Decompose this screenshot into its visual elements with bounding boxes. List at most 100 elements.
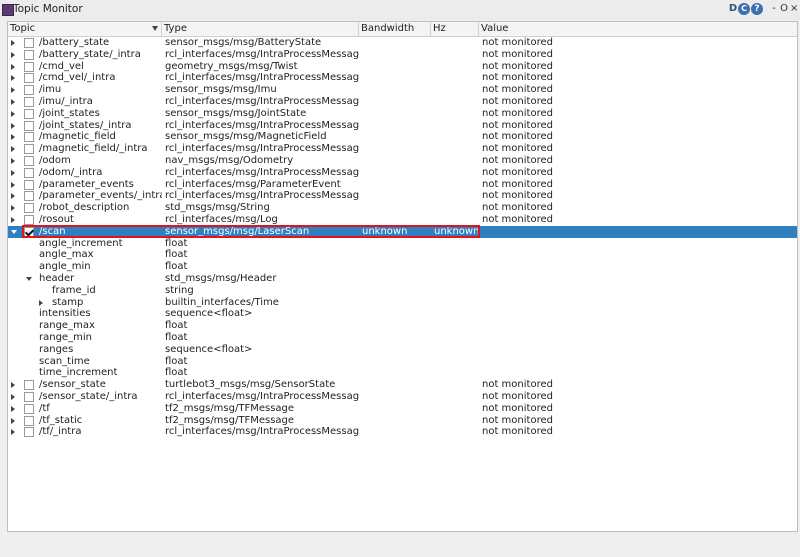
topic-name: /tf [39,402,50,414]
chevron-right-icon[interactable] [11,205,15,212]
monitor-checkbox[interactable] [24,403,34,414]
topic-row[interactable]: /sensor_state/_intra rcl_interfaces/msg/I… [8,391,797,403]
field-row[interactable]: angle_increment float [8,238,797,250]
topic-row[interactable]: /odom nav_msgs/msg/Odometry not monitored [8,155,797,167]
monitor-checkbox[interactable] [24,380,34,391]
chevron-right-icon[interactable] [11,51,15,58]
chevron-right-icon[interactable] [11,382,15,389]
chevron-right-icon[interactable] [11,158,15,164]
monitor-checkbox[interactable] [24,108,34,119]
monitor-checkbox[interactable] [24,144,34,155]
chevron-right-icon[interactable] [11,99,15,105]
topic-row[interactable]: /parameter_events/_intra rcl_interfaces/m… [8,190,797,202]
chevron-right-icon[interactable] [11,75,15,82]
chevron-right-icon[interactable] [11,87,15,94]
field-row[interactable]: ranges sequence<float> [8,344,797,356]
field-row[interactable]: range_min float [8,332,797,344]
chevron-right-icon[interactable] [11,134,15,141]
monitor-checkbox[interactable] [24,120,34,131]
topic-row[interactable]: /robot_description std_msgs/msg/String not… [8,202,797,214]
restore-button[interactable]: O [780,2,788,16]
topic-name: /rosout [39,214,74,225]
monitor-checkbox[interactable] [24,61,34,72]
column-header-bandwidth[interactable]: Bandwidth [359,22,431,36]
topic-row[interactable]: /magnetic_field sensor_msgs/msg/MagneticF… [8,131,797,143]
column-header-topic[interactable]: Topic [8,22,162,36]
help-icon[interactable]: ? [751,3,763,15]
topic-row[interactable]: /joint_states sensor_msgs/msg/JointState n… [8,108,797,120]
monitor-checkbox[interactable] [24,203,34,214]
topic-row[interactable]: /magnetic_field/_intra rcl_interfaces/msg… [8,143,797,155]
monitor-checkbox[interactable] [24,392,34,402]
topic-row[interactable]: /rosout rcl_interfaces/msg/Log not monitor… [8,214,797,226]
chevron-right-icon[interactable] [11,169,15,176]
field-row[interactable]: stamp builtin_interfaces/Time [8,297,797,309]
field-row[interactable]: frame_id string [8,285,797,297]
monitor-checkbox[interactable] [24,215,34,225]
minimize-button[interactable]: - [770,2,778,16]
topic-name: /robot_description [39,202,130,214]
monitor-checkbox[interactable] [24,179,34,190]
field-row[interactable]: time_increment float [8,367,797,379]
chevron-right-icon[interactable] [39,299,43,306]
topic-row[interactable]: /tf tf2_msgs/msg/TFMessage not monitored [8,403,797,415]
topic-row[interactable]: /odom/_intra rcl_interfaces/msg/IntraProc… [8,167,797,179]
monitor-checkbox[interactable] [24,49,34,60]
topic-row[interactable]: /scan sensor_msgs/msg/LaserScan unknown unk… [8,225,797,238]
topic-row[interactable]: /cmd_vel/_intra rcl_interfaces/msg/IntraP… [8,72,797,84]
monitor-checkbox[interactable] [24,191,34,202]
topic-row[interactable]: /tf/_intra rcl_interfaces/msg/IntraProces… [8,426,797,438]
topic-row[interactable]: /cmd_vel geometry_msgs/msg/Twist not monit… [8,61,797,73]
bandwidth-cell [362,415,432,427]
column-header-type[interactable]: Type [162,22,359,36]
field-row[interactable]: angle_max float [8,249,797,261]
field-row[interactable]: intensities sequence<float> [8,308,797,320]
field-row[interactable]: angle_min float [8,261,797,273]
chevron-right-icon[interactable] [11,146,15,153]
tree-header: Topic Type Bandwidth Hz Value [8,22,797,37]
field-row[interactable]: scan_time float [8,356,797,368]
topic-row[interactable]: /imu sensor_msgs/msg/Imu not monitored [8,84,797,96]
chevron-right-icon[interactable] [11,394,15,400]
chevron-right-icon[interactable] [11,193,15,200]
column-header-hz[interactable]: Hz [431,22,479,36]
field-row[interactable]: header std_msgs/msg/Header [8,273,797,285]
chevron-right-icon[interactable] [11,40,15,46]
chevron-right-icon[interactable] [11,417,15,424]
value-cell [482,273,792,285]
topic-row[interactable]: /parameter_events rcl_interfaces/msg/Para… [8,179,797,191]
chevron-right-icon[interactable] [11,122,15,129]
chevron-down-icon[interactable] [11,229,17,234]
bandwidth-cell [362,72,432,84]
topic-row[interactable]: /joint_states/_intra rcl_interfaces/msg/I… [8,120,797,132]
chevron-right-icon[interactable] [11,181,15,188]
field-row[interactable]: range_max float [8,320,797,332]
monitor-checkbox[interactable] [24,97,34,107]
topic-row[interactable]: /battery_state/_intra rcl_interfaces/msg/… [8,49,797,61]
chevron-right-icon[interactable] [11,63,15,70]
topic-row[interactable]: /tf_static tf2_msgs/msg/TFMessage not moni… [8,415,797,427]
monitor-checkbox[interactable] [24,85,34,96]
topic-row[interactable]: /sensor_state turtlebot3_msgs/msg/SensorS… [8,379,797,391]
value-cell: not monitored [482,119,553,131]
monitor-checkbox[interactable] [24,132,34,143]
chevron-right-icon[interactable] [11,217,15,223]
monitor-checkbox[interactable] [24,156,34,166]
d-button[interactable]: D [728,2,738,16]
monitor-checkbox[interactable] [24,415,34,426]
chevron-right-icon[interactable] [11,405,15,412]
monitor-checkbox[interactable] [24,427,34,438]
topic-row[interactable]: /imu/_intra rcl_interfaces/msg/IntraProce… [8,96,797,108]
topic-tree[interactable]: Topic Type Bandwidth Hz Value /battery_s… [7,21,798,532]
topic-row[interactable]: /battery_state sensor_msgs/msg/BatterySta… [8,37,797,49]
close-button[interactable]: × [790,2,798,16]
chevron-right-icon[interactable] [11,429,15,436]
chevron-right-icon[interactable] [11,110,15,117]
monitor-checkbox[interactable] [24,73,34,84]
monitor-checkbox[interactable] [24,226,34,237]
monitor-checkbox[interactable] [24,38,34,48]
column-header-value[interactable]: Value [479,22,797,36]
chevron-down-icon[interactable] [26,277,32,281]
monitor-checkbox[interactable] [24,167,34,178]
c-button[interactable]: C [738,3,750,15]
